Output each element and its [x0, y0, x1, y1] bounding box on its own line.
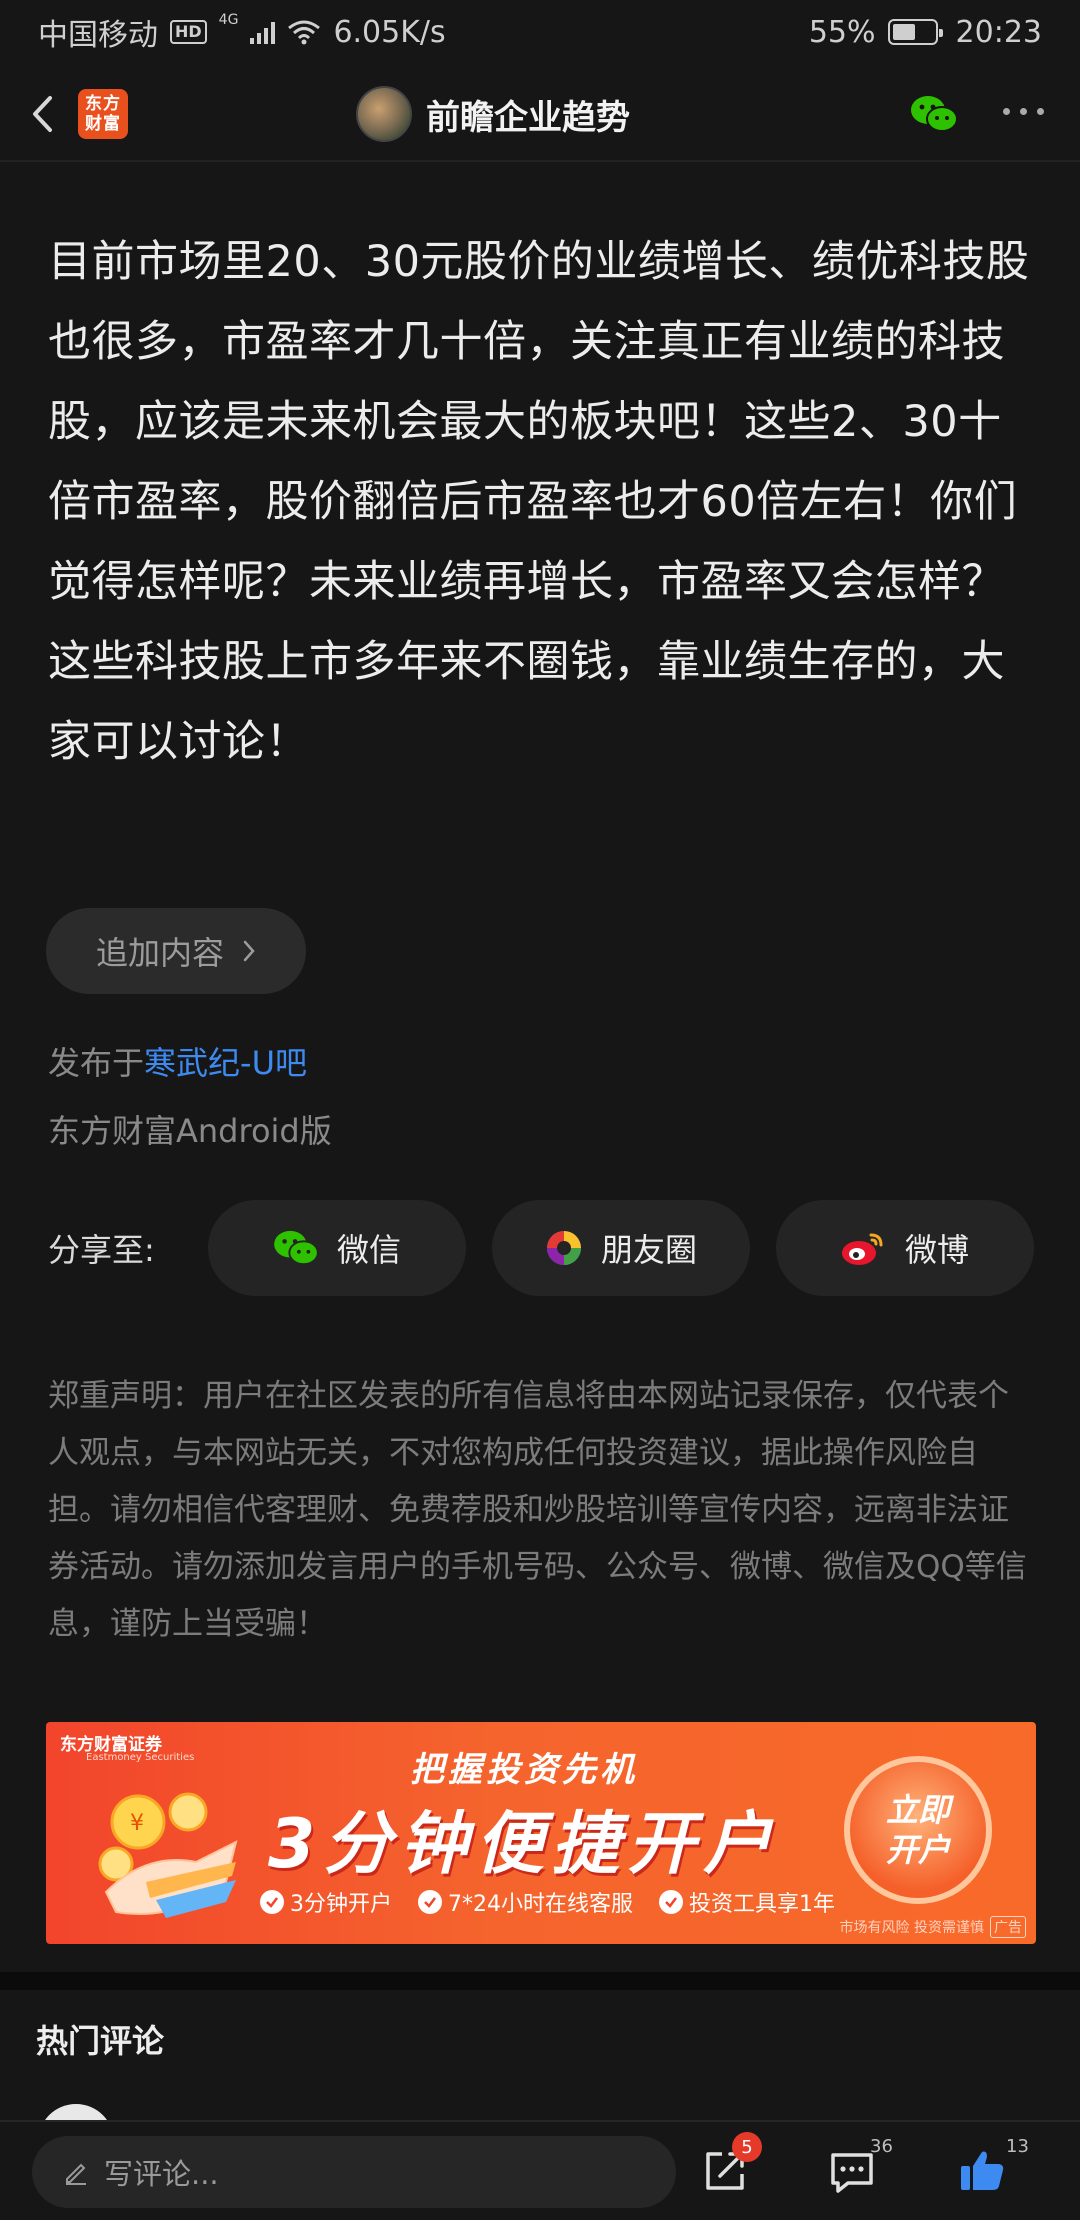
wifi-icon — [288, 20, 321, 45]
share-button[interactable]: 5 — [696, 2132, 766, 2208]
battery-icon — [887, 19, 943, 45]
ad-headline: 把握投资先机 — [410, 1750, 638, 1790]
share-weibo-button[interactable]: 微博 — [776, 1200, 1034, 1296]
add-content-label: 追加内容 — [95, 934, 224, 972]
signal-icon — [250, 20, 276, 44]
post-body: 目前市场里20、30元股价的业绩增长、绩优科技股也很多，市盈率才几十倍，关注真正… — [48, 237, 1030, 767]
section-divider — [0, 1972, 1080, 1990]
ad-feature-label: 3分钟开户 — [290, 1892, 392, 1917]
share-weibo-label: 微博 — [904, 1231, 969, 1269]
battery-percent: 55% — [808, 14, 876, 50]
published-in: 发布于寒武纪-U吧 — [48, 1038, 307, 1084]
author-info[interactable]: 前瞻企业趋势 — [356, 68, 630, 160]
comment-count: 36 — [870, 2136, 893, 2157]
more-options-button[interactable] — [1003, 108, 1044, 115]
app-logo-line1: 东方 — [85, 94, 121, 114]
ad-cta-line2: 开户 — [885, 1831, 950, 1869]
author-name[interactable]: 前瞻企业趋势 — [426, 90, 630, 139]
carrier-name: 中国移动 — [38, 18, 158, 53]
coin-hand-icon: ¥ — [98, 1792, 238, 1918]
wechat-icon[interactable] — [910, 94, 958, 134]
pencil-icon — [66, 2163, 86, 2185]
clock: 20:23 — [955, 14, 1042, 50]
disclaimer: 郑重声明：用户在社区发表的所有信息将由本网站记录保存，仅代表个人观点，与本网站无… — [48, 1378, 1027, 1642]
ad-tag: 广告 — [990, 1916, 1026, 1938]
share-moments-label: 朋友圈 — [600, 1231, 697, 1269]
chevron-right-icon — [243, 940, 255, 962]
wechat-icon — [274, 1230, 319, 1266]
share-wechat-label: 微信 — [336, 1231, 401, 1269]
board-link[interactable]: 寒武纪-U吧 — [144, 1044, 307, 1082]
moments-icon — [546, 1231, 581, 1265]
network-speed: 6.05K/s — [333, 14, 446, 50]
ad-open-account-button[interactable]: 立即 开户 — [844, 1756, 992, 1904]
comment-icon — [831, 2153, 873, 2193]
ad-feature-label: 7*24小时在线客服 — [448, 1892, 633, 1917]
comment-placeholder: 写评论... — [104, 2157, 219, 2191]
status-bar: 中国移动 HD 4G 6.05K/s 55% 20:23 — [0, 0, 1080, 64]
weibo-icon — [841, 1233, 883, 1265]
chevron-left-icon — [33, 96, 52, 132]
ad-features: 3分钟开户 7*24小时在线客服 投资工具享1年 — [260, 1886, 835, 1918]
share-row: 分享至: 微信 朋友圈 微博 — [48, 1200, 1038, 1296]
hot-comments-header: 热门评论 — [36, 2022, 165, 2060]
battery-fill — [892, 24, 915, 40]
check-icon — [418, 1890, 442, 1914]
author-avatar[interactable] — [356, 86, 412, 142]
ad-risk-text: 市场有风险 投资需谨慎 — [839, 1920, 984, 1936]
status-right: 55% 20:23 — [809, 15, 1042, 50]
back-button[interactable] — [20, 84, 64, 144]
ad-feature: 投资工具享1年 — [659, 1886, 835, 1918]
check-icon — [659, 1890, 683, 1914]
add-content-button[interactable]: 追加内容 — [46, 908, 306, 994]
client-source: 东方财富Android版 — [48, 1112, 332, 1150]
check-icon — [260, 1890, 284, 1914]
share-wechat-button[interactable]: 微信 — [208, 1200, 466, 1296]
status-left: 中国移动 HD 4G 6.05K/s — [38, 10, 446, 54]
app-logo[interactable]: 东方 财富 — [78, 89, 128, 139]
comments-button[interactable]: 36 — [826, 2136, 896, 2208]
like-count: 13 — [1006, 2136, 1029, 2157]
ad-brand-en: Eastmoney Securities — [86, 1752, 195, 1763]
ad-main-text: 3分钟便捷开户 — [268, 1805, 780, 1884]
comment-input[interactable]: 写评论... — [32, 2136, 676, 2208]
ad-feature: 3分钟开户 — [260, 1886, 392, 1918]
thumbs-up-icon — [961, 2151, 1004, 2190]
hd-icon: HD — [170, 20, 207, 44]
published-prefix: 发布于 — [48, 1044, 145, 1082]
app-logo-line2: 财富 — [85, 114, 121, 134]
ad-cta-line1: 立即 — [885, 1791, 950, 1829]
ad-feature-label: 投资工具享1年 — [689, 1892, 835, 1917]
share-moments-button[interactable]: 朋友圈 — [492, 1200, 750, 1296]
like-button[interactable]: 13 — [961, 2136, 1032, 2208]
svg-text:¥: ¥ — [130, 1811, 144, 1836]
ad-risk-notice: 市场有风险 投资需谨慎 广告 — [840, 1916, 1026, 1938]
bottom-action-bar: 写评论... 5 36 13 — [0, 2120, 1080, 2220]
network-type: 4G — [218, 12, 239, 28]
share-badge: 5 — [732, 2132, 762, 2162]
nav-divider — [0, 160, 1080, 162]
ad-banner[interactable]: 东方财富证券 Eastmoney Securities ¥ 把握投资先机 3分钟… — [46, 1722, 1036, 1944]
nav-bar: 东方 财富 前瞻企业趋势 — [0, 68, 1080, 160]
ad-feature: 7*24小时在线客服 — [418, 1886, 633, 1918]
share-label: 分享至: — [48, 1231, 155, 1269]
